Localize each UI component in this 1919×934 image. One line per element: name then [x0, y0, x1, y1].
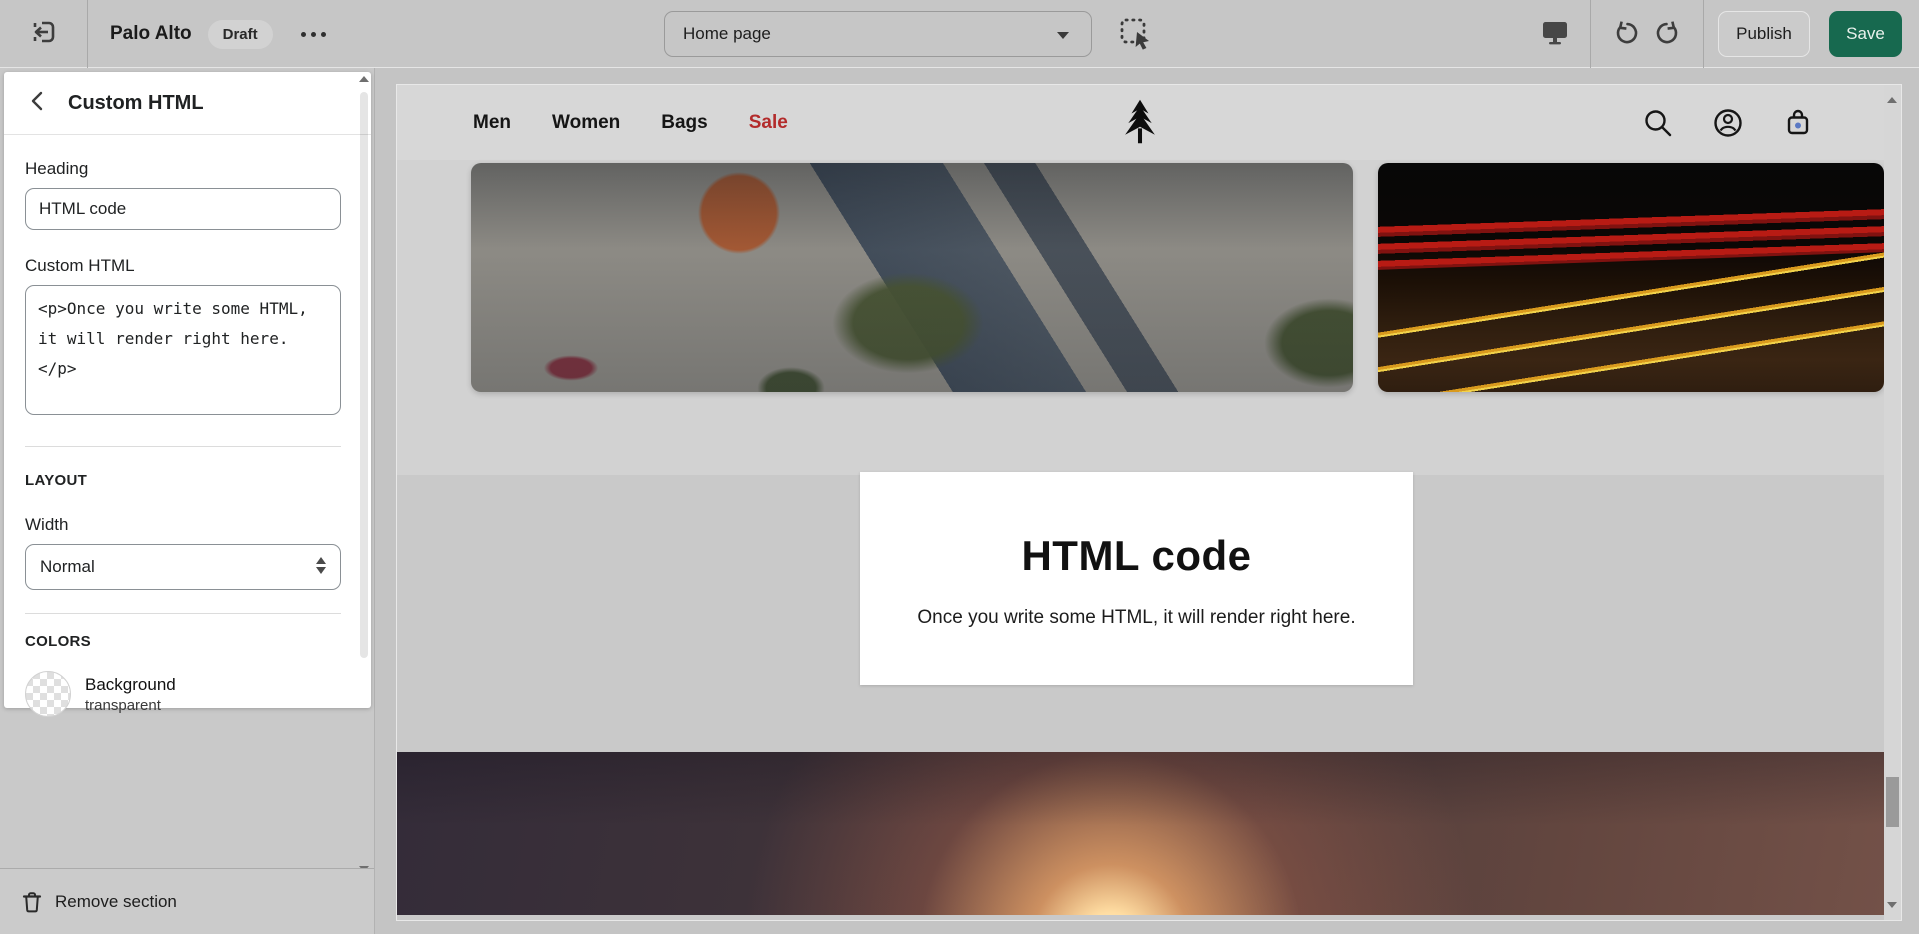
nav-link-bags[interactable]: Bags — [661, 112, 707, 134]
chevron-left-icon — [28, 90, 46, 117]
colors-section-header: COLORS — [25, 633, 341, 650]
gallery-image-aerial-street[interactable] — [471, 163, 1353, 392]
html-block-paragraph: Once you write some HTML, it will render… — [860, 607, 1413, 629]
site-preview-frame: Men Women Bags Sale — [397, 85, 1901, 920]
width-select-value: Normal — [40, 557, 95, 577]
search-icon — [1642, 107, 1674, 139]
exit-icon — [30, 18, 58, 51]
scroll-up-arrow[interactable] — [359, 76, 369, 82]
custom-html-panel: Custom HTML Heading Custom HTML <p>Once … — [4, 72, 371, 708]
page-selector-value: Home page — [683, 24, 771, 44]
monitor-icon — [1540, 17, 1570, 52]
save-button[interactable]: Save — [1829, 11, 1902, 57]
panel-title: Custom HTML — [68, 92, 204, 115]
undo-icon — [1613, 19, 1639, 50]
color-text: Background transparent — [85, 675, 176, 714]
custom-html-label: Custom HTML — [25, 256, 341, 276]
divider — [1590, 0, 1591, 68]
back-button[interactable] — [22, 88, 52, 118]
nav-link-men[interactable]: Men — [473, 112, 511, 134]
nav-link-sale[interactable]: Sale — [749, 112, 788, 134]
redo-button[interactable] — [1647, 13, 1689, 55]
device-preview-button[interactable] — [1534, 13, 1576, 55]
select-element-tool-button[interactable] — [1118, 16, 1154, 52]
site-header: Men Women Bags Sale — [397, 85, 1884, 160]
custom-html-textarea[interactable]: <p>Once you write some HTML, it will ren… — [25, 285, 341, 415]
status-badge: Draft — [208, 20, 273, 49]
select-tool-icon — [1118, 39, 1154, 56]
site-header-icons — [1642, 107, 1814, 144]
divider — [25, 446, 341, 447]
scroll-up-arrow[interactable] — [1887, 97, 1897, 103]
dot — [321, 32, 326, 37]
settings-sidebar: Custom HTML Heading Custom HTML <p>Once … — [0, 68, 375, 934]
html-block-title: HTML code — [860, 532, 1413, 580]
editor-app: Palo Alto Draft Home page — [0, 0, 1919, 934]
width-select[interactable]: Normal — [25, 544, 341, 590]
select-stepper-icon — [316, 557, 326, 574]
shopping-bag-icon — [1782, 107, 1814, 139]
remove-section-button[interactable]: Remove section — [0, 868, 374, 934]
divider — [25, 613, 341, 614]
heading-label: Heading — [25, 159, 341, 179]
divider — [1703, 0, 1704, 68]
search-button[interactable] — [1642, 107, 1674, 144]
cart-button[interactable] — [1782, 107, 1814, 144]
footer-sunset-image[interactable] — [397, 752, 1884, 915]
tree-logo[interactable] — [1123, 99, 1157, 150]
redo-icon — [1655, 19, 1681, 50]
background-color-value: transparent — [85, 697, 176, 714]
account-button[interactable] — [1712, 107, 1744, 144]
background-color-row[interactable]: Background transparent — [25, 671, 341, 717]
remove-section-label: Remove section — [55, 892, 177, 912]
exit-editor-button[interactable] — [0, 0, 88, 68]
site-title: Palo Alto — [110, 23, 192, 45]
undo-button[interactable] — [1605, 13, 1647, 55]
panel-body: Heading Custom HTML <p>Once you write so… — [4, 135, 371, 717]
site-nav: Men Women Bags Sale — [473, 112, 788, 134]
topbar: Palo Alto Draft Home page — [0, 0, 1919, 68]
gallery-image-light-trails[interactable] — [1378, 163, 1884, 392]
sidebar-scrollbar[interactable] — [358, 76, 370, 872]
preview-scrollbar[interactable] — [1884, 85, 1901, 920]
nav-link-women[interactable]: Women — [552, 112, 620, 134]
account-icon — [1712, 107, 1744, 139]
trash-icon — [21, 890, 43, 914]
page-selector-dropdown[interactable]: Home page — [664, 11, 1092, 57]
dot — [311, 32, 316, 37]
width-label: Width — [25, 515, 341, 535]
heading-input[interactable] — [25, 188, 341, 230]
topbar-left-group: Palo Alto Draft — [0, 0, 332, 68]
scroll-down-arrow[interactable] — [1887, 902, 1897, 908]
dot — [301, 32, 306, 37]
layout-section-header: LAYOUT — [25, 472, 341, 489]
topbar-right-group: Publish Save — [1534, 0, 1919, 68]
custom-html-rendered-block[interactable]: HTML code Once you write some HTML, it w… — [860, 472, 1413, 685]
transparent-swatch — [25, 671, 71, 717]
publish-button[interactable]: Publish — [1718, 11, 1810, 57]
more-options-button[interactable] — [295, 26, 332, 43]
background-color-label: Background — [85, 675, 176, 695]
scrollbar-thumb[interactable] — [360, 92, 368, 658]
scrollbar-thumb[interactable] — [1886, 777, 1899, 827]
panel-header: Custom HTML — [4, 72, 371, 135]
chevron-down-icon — [1057, 32, 1069, 39]
